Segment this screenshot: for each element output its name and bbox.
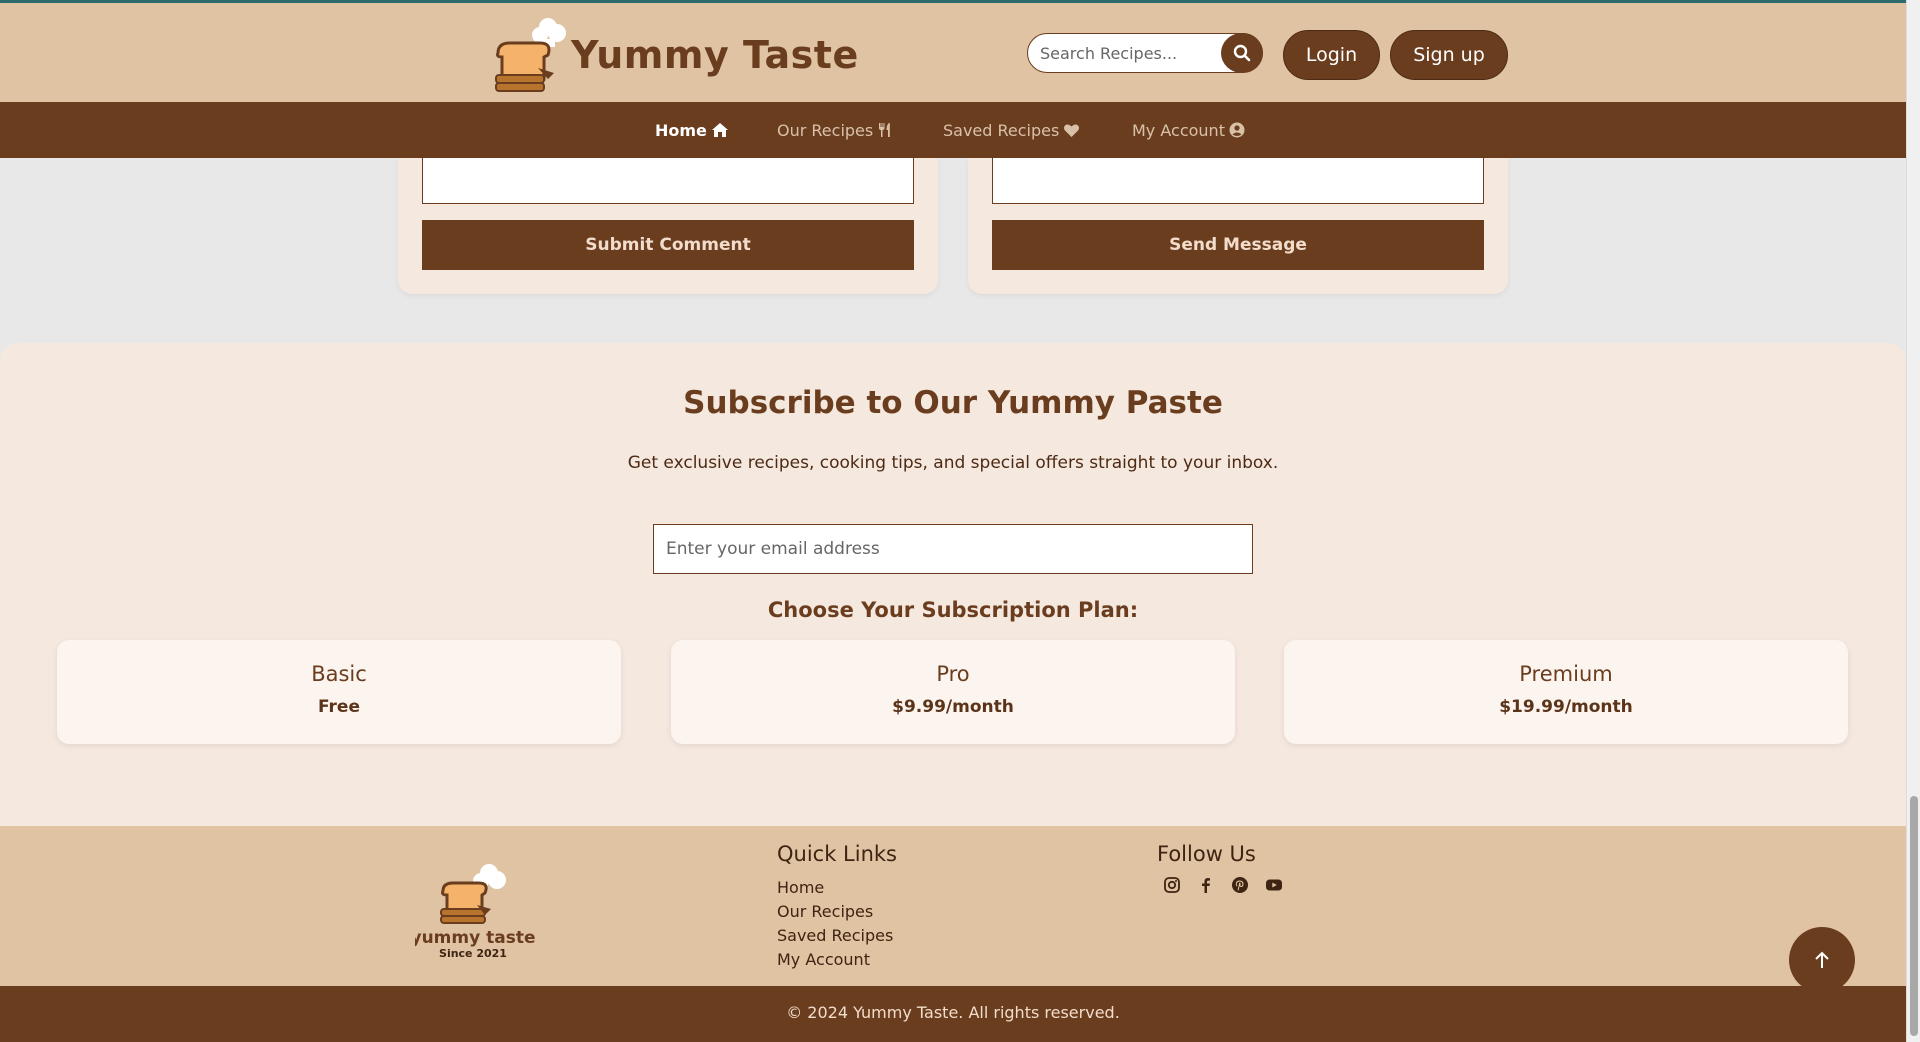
contact-form-card: Send Message: [968, 158, 1508, 294]
page: Yummy Taste Login Sign up Home Our Recip…: [0, 0, 1906, 1042]
quick-links-list: Home Our Recipes Saved Recipes My Accoun…: [777, 876, 893, 972]
footer-link-our-recipes[interactable]: Our Recipes: [777, 900, 893, 924]
site-footer: yummy taste Since 2021 Quick Links Home …: [0, 826, 1906, 993]
submit-comment-button[interactable]: Submit Comment: [422, 220, 914, 270]
subscribe-description: Get exclusive recipes, cooking tips, and…: [627, 453, 1279, 473]
nav-item-home[interactable]: Home: [655, 119, 729, 141]
footer-logo: yummy taste Since 2021: [415, 864, 535, 960]
signup-button[interactable]: Sign up: [1390, 30, 1508, 80]
scrollbar-thumb[interactable]: [1910, 796, 1918, 1036]
nav-item-saved-recipes[interactable]: Saved Recipes: [943, 119, 1080, 141]
plan-price: $9.99/month: [892, 697, 1014, 717]
nav-item-label: My Account: [1132, 120, 1225, 140]
page-scrollbar[interactable]: [1906, 0, 1920, 1042]
plan-name: Pro: [936, 662, 970, 686]
nav-item-my-account[interactable]: My Account: [1132, 119, 1245, 141]
login-button[interactable]: Login: [1283, 30, 1380, 80]
search-box: [1027, 33, 1263, 73]
nav-item-label: Saved Recipes: [943, 120, 1060, 140]
quick-links-title: Quick Links: [777, 842, 898, 866]
user-circle-icon: [1229, 122, 1245, 138]
send-message-button[interactable]: Send Message: [992, 220, 1484, 270]
search-input[interactable]: [1040, 42, 1210, 64]
main-nav: Home Our Recipes Saved Recipes My Accoun…: [0, 102, 1906, 158]
footer-link-my-account[interactable]: My Account: [777, 948, 893, 972]
plan-card-basic[interactable]: Basic Free: [57, 640, 621, 744]
arrow-up-icon: [1815, 951, 1829, 968]
plan-price: Free: [318, 697, 360, 717]
bread-chef-logo[interactable]: [488, 13, 578, 95]
copyright-bar: © 2024 Yummy Taste. All rights reserved.: [0, 986, 1906, 1042]
utensils-icon: [879, 123, 891, 137]
instagram-icon[interactable]: [1163, 876, 1181, 894]
facebook-icon[interactable]: [1197, 876, 1215, 894]
search-button[interactable]: [1221, 33, 1263, 73]
plan-name: Premium: [1519, 662, 1613, 686]
plans-title: Choose Your Subscription Plan:: [767, 598, 1139, 622]
youtube-icon[interactable]: [1265, 876, 1283, 894]
message-textarea[interactable]: [992, 158, 1484, 204]
nav-item-label: Our Recipes: [777, 120, 874, 140]
heart-icon: [1064, 123, 1080, 137]
footer-logo-subtext: Since 2021: [439, 947, 507, 960]
nav-item-label: Home: [655, 120, 707, 140]
plan-card-premium[interactable]: Premium $19.99/month: [1284, 640, 1848, 744]
copyright-text: © 2024 Yummy Taste. All rights reserved.: [786, 1003, 1120, 1022]
plan-name: Basic: [311, 662, 367, 686]
subscribe-title: Subscribe to Our Yummy Paste: [683, 385, 1223, 421]
social-links: [1163, 876, 1283, 894]
plan-card-pro[interactable]: Pro $9.99/month: [671, 640, 1235, 744]
follow-us-title: Follow Us: [1157, 842, 1256, 866]
nav-item-our-recipes[interactable]: Our Recipes: [777, 119, 893, 141]
footer-link-home[interactable]: Home: [777, 876, 893, 900]
back-to-top-button[interactable]: [1789, 927, 1855, 993]
home-icon: [711, 123, 728, 137]
brand-name[interactable]: Yummy Taste: [571, 33, 859, 77]
footer-logo-text: yummy taste: [415, 928, 535, 948]
email-field[interactable]: [653, 524, 1253, 574]
plan-price: $19.99/month: [1499, 697, 1633, 717]
pinterest-icon[interactable]: [1231, 876, 1249, 894]
comment-form-card: Submit Comment: [398, 158, 938, 294]
comment-textarea[interactable]: [422, 158, 914, 204]
subscribe-section: Subscribe to Our Yummy Paste Get exclusi…: [0, 343, 1906, 826]
footer-link-saved-recipes[interactable]: Saved Recipes: [777, 924, 893, 948]
search-icon: [1233, 44, 1251, 62]
site-header: Yummy Taste Login Sign up: [0, 3, 1906, 102]
